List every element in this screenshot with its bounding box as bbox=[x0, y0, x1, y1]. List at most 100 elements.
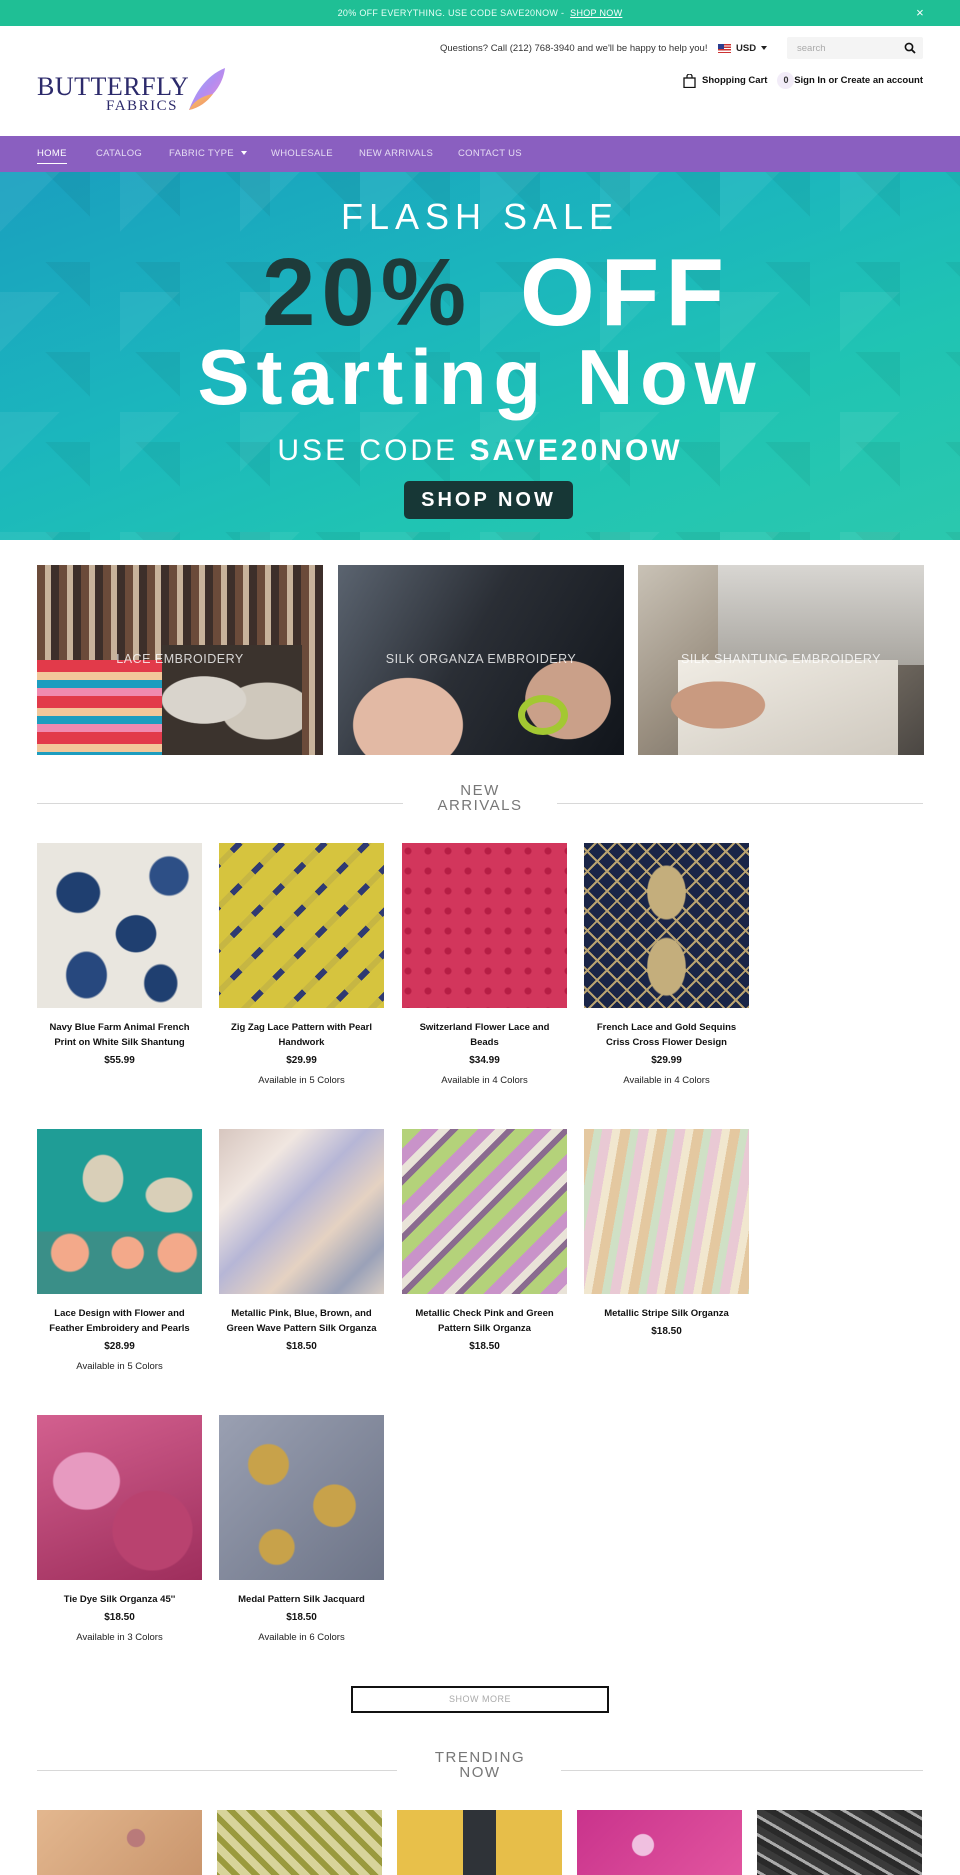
product-price: $55.99 bbox=[104, 1055, 135, 1066]
logo-word-fabrics: FABRICS bbox=[106, 98, 178, 114]
section-title-line1: TRENDING bbox=[434, 1749, 526, 1766]
product-image[interactable] bbox=[402, 843, 567, 1008]
scissors-image bbox=[518, 695, 568, 735]
trending-product-image[interactable] bbox=[37, 1810, 202, 1875]
search-icon[interactable] bbox=[904, 42, 916, 54]
show-more-button[interactable]: SHOW MORE bbox=[351, 1686, 609, 1713]
main-nav: HOME CATALOG FABRIC TYPE WHOLESALE NEW A… bbox=[0, 136, 960, 172]
product-image[interactable] bbox=[402, 1129, 567, 1294]
product-image[interactable] bbox=[584, 843, 749, 1008]
search-box bbox=[787, 37, 923, 59]
sewing-machine-image bbox=[718, 565, 924, 665]
product-colors: Available in 5 Colors bbox=[76, 1361, 163, 1372]
announcement-shop-now-link[interactable]: SHOP NOW bbox=[570, 8, 622, 18]
fabric-stack-image bbox=[37, 660, 167, 755]
product-price: $29.99 bbox=[286, 1055, 317, 1066]
product-image[interactable] bbox=[37, 1415, 202, 1580]
hero-promo-code: SAVE20NOW bbox=[469, 434, 683, 467]
product-price: $18.50 bbox=[104, 1612, 135, 1623]
product-card[interactable]: Lace Design with Flower and Feather Embr… bbox=[37, 1129, 202, 1372]
trending-product-image[interactable] bbox=[577, 1810, 742, 1875]
product-price: $28.99 bbox=[104, 1341, 135, 1352]
us-flag-icon bbox=[718, 43, 731, 53]
product-image[interactable] bbox=[219, 1129, 384, 1294]
product-card[interactable]: Medal Pattern Silk Jacquard $18.50 Avail… bbox=[219, 1415, 384, 1643]
product-colors: Available in 6 Colors bbox=[258, 1632, 345, 1643]
site-header: Questions? Call (212) 768-3940 and we'll… bbox=[0, 26, 960, 136]
product-name[interactable]: Navy Blue Farm Animal French Print on Wh… bbox=[37, 1020, 202, 1050]
product-name[interactable]: French Lace and Gold Sequins Criss Cross… bbox=[584, 1020, 749, 1050]
currency-label: USD bbox=[736, 42, 757, 54]
category-label: SILK SHANTUNG EMBROIDERY bbox=[680, 652, 881, 666]
nav-fabric-type-label: FABRIC TYPE bbox=[169, 148, 234, 159]
product-card[interactable]: Switzerland Flower Lace and Beads $34.99… bbox=[402, 843, 567, 1086]
hands-image bbox=[658, 675, 778, 735]
hero-flash-sale: FLASH SALE bbox=[340, 196, 620, 237]
category-tile-silk-shantung-embroidery[interactable]: SILK SHANTUNG EMBROIDERY bbox=[638, 565, 924, 755]
nav-catalog[interactable]: CATALOG bbox=[96, 136, 142, 172]
hand-image bbox=[338, 665, 478, 755]
trending-product-image[interactable] bbox=[217, 1810, 382, 1875]
cart-count-badge: 0 bbox=[777, 72, 795, 89]
product-card[interactable]: Metallic Stripe Silk Organza $18.50 bbox=[584, 1129, 749, 1337]
nav-new-arrivals[interactable]: NEW ARRIVALS bbox=[359, 136, 433, 172]
trending-product-image[interactable] bbox=[397, 1810, 562, 1875]
product-card[interactable]: Navy Blue Farm Animal French Print on Wh… bbox=[37, 843, 202, 1066]
category-label: LACE EMBROIDERY bbox=[116, 652, 244, 666]
product-price: $18.50 bbox=[469, 1341, 500, 1352]
category-tile-lace-embroidery[interactable]: LACE EMBROIDERY bbox=[37, 565, 323, 755]
product-name[interactable]: Metallic Check Pink and Green Pattern Si… bbox=[402, 1306, 567, 1336]
search-input[interactable] bbox=[787, 37, 897, 59]
currency-selector[interactable]: USD bbox=[718, 40, 774, 56]
product-image[interactable] bbox=[219, 1415, 384, 1580]
section-title-line1: NEW bbox=[460, 782, 500, 799]
product-card[interactable]: Tie Dye Silk Organza 45'' $18.50 Availab… bbox=[37, 1415, 202, 1643]
hero-banner[interactable]: FLASH SALE 20% OFF Starting Now USE CODE… bbox=[0, 172, 960, 540]
section-title-line2: ARRIVALS bbox=[437, 797, 523, 814]
product-image[interactable] bbox=[219, 843, 384, 1008]
hero-shop-now-button[interactable]: SHOP NOW bbox=[404, 481, 573, 519]
trending-product-image[interactable] bbox=[757, 1810, 922, 1875]
product-price: $18.50 bbox=[286, 1612, 317, 1623]
hero-starting-now: Starting Now bbox=[197, 333, 763, 421]
product-name[interactable]: Metallic Pink, Blue, Brown, and Green Wa… bbox=[219, 1306, 384, 1336]
product-name[interactable]: Medal Pattern Silk Jacquard bbox=[219, 1592, 384, 1607]
product-name[interactable]: Zig Zag Lace Pattern with Pearl Handwork bbox=[219, 1020, 384, 1050]
shopping-cart-link[interactable]: Shopping Cart 0 bbox=[683, 72, 795, 89]
category-label: SILK ORGANZA EMBROIDERY bbox=[385, 652, 577, 666]
product-name[interactable]: Metallic Stripe Silk Organza bbox=[584, 1306, 749, 1321]
close-icon[interactable]: × bbox=[916, 0, 924, 26]
product-image[interactable] bbox=[37, 843, 202, 1008]
butterfly-logo-icon bbox=[189, 68, 225, 110]
product-image[interactable] bbox=[37, 1129, 202, 1294]
product-price: $18.50 bbox=[651, 1326, 682, 1337]
category-tile-silk-organza-embroidery[interactable]: SILK ORGANZA EMBROIDERY bbox=[338, 565, 624, 755]
account-link[interactable]: Sign In or Create an account bbox=[794, 75, 923, 86]
product-price: $18.50 bbox=[286, 1341, 317, 1352]
announcement-text: 20% OFF EVERYTHING. USE CODE SAVE20NOW - bbox=[337, 8, 565, 18]
nav-home[interactable]: HOME bbox=[37, 136, 67, 172]
product-colors: Available in 4 Colors bbox=[441, 1075, 528, 1086]
section-title: NEW ARRIVALS bbox=[37, 783, 923, 813]
section-title-line2: NOW bbox=[459, 1764, 501, 1781]
product-name[interactable]: Tie Dye Silk Organza 45'' bbox=[37, 1592, 202, 1607]
hero-use-code: USE CODE SAVE20NOW bbox=[0, 434, 960, 468]
product-image[interactable] bbox=[584, 1129, 749, 1294]
nav-wholesale[interactable]: WHOLESALE bbox=[271, 136, 333, 172]
product-price: $34.99 bbox=[469, 1055, 500, 1066]
product-card[interactable]: Metallic Pink, Blue, Brown, and Green Wa… bbox=[219, 1129, 384, 1352]
product-name[interactable]: Switzerland Flower Lace and Beads bbox=[402, 1020, 567, 1050]
new-arrivals-heading: NEW ARRIVALS bbox=[37, 783, 923, 823]
product-card[interactable]: Zig Zag Lace Pattern with Pearl Handwork… bbox=[219, 843, 384, 1086]
product-price: $29.99 bbox=[651, 1055, 682, 1066]
product-colors: Available in 4 Colors bbox=[623, 1075, 710, 1086]
nav-contact-us[interactable]: CONTACT US bbox=[458, 136, 522, 172]
shopping-bag-icon bbox=[683, 73, 696, 88]
trending-now-heading: TRENDING NOW bbox=[37, 1750, 923, 1790]
site-logo[interactable]: BUTTERFLY FABRICS bbox=[37, 66, 227, 116]
product-name[interactable]: Lace Design with Flower and Feather Embr… bbox=[37, 1306, 202, 1336]
nav-fabric-type[interactable]: FABRIC TYPE bbox=[169, 136, 247, 172]
product-card[interactable]: Metallic Check Pink and Green Pattern Si… bbox=[402, 1129, 567, 1352]
hero-use-code-label: USE CODE bbox=[277, 434, 459, 467]
product-card[interactable]: French Lace and Gold Sequins Criss Cross… bbox=[584, 843, 749, 1086]
